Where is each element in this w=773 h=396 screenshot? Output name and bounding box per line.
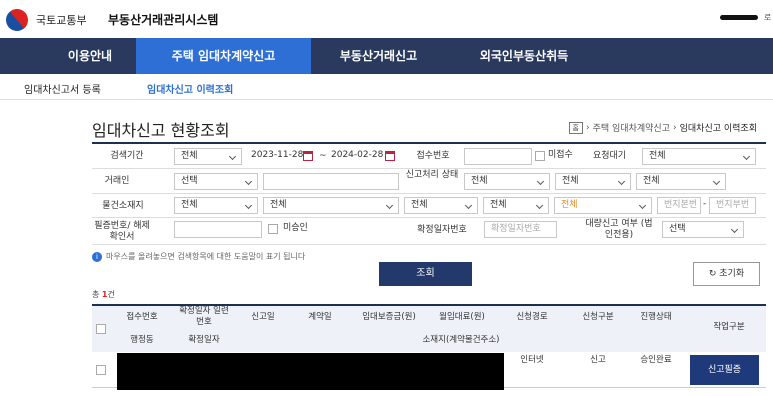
party-label: 거래인 <box>104 176 130 186</box>
col-work-type: 작업구분 <box>713 322 745 332</box>
property-location-label: 물건소재지 <box>102 201 144 211</box>
request-wait-label: 요청대기 <box>592 151 627 161</box>
party-name-input[interactable] <box>263 173 399 190</box>
reset-button[interactable]: ↻ 초기화 <box>693 262 760 286</box>
lot-main-number-input[interactable]: 번지본번 <box>657 197 701 214</box>
search-button[interactable]: 조회 <box>379 262 472 286</box>
government-emblem-icon <box>1 4 33 36</box>
refresh-icon: ↻ <box>708 269 717 279</box>
receipt-number-label: 접수번호 <box>416 151 450 161</box>
reset-button-label: 초기화 <box>719 269 745 279</box>
subnav-lease-history[interactable]: 임대차신고 이력조회 <box>147 81 233 96</box>
property-sigungu-select[interactable]: 전체 <box>263 197 399 214</box>
nav-item-real-estate-report[interactable]: 부동산거래신고 <box>317 38 440 74</box>
col-confirm-date: 확정일자 <box>188 335 220 345</box>
property-lot-type-select[interactable]: 전체 <box>554 197 652 214</box>
date-to[interactable]: 2024-02-28 <box>331 148 383 163</box>
certificate-number-input[interactable] <box>174 221 262 238</box>
col-monthly-rent: 월임대료(원) <box>439 312 485 322</box>
certificate-number-label: 필증번호/ 해제확인서 <box>94 221 150 242</box>
confirm-date-number-input[interactable]: 확정일자번호 <box>484 221 557 238</box>
nav-item-foreigner-acquisition[interactable]: 외국인부동산취득 <box>454 38 594 74</box>
breadcrumb-parent[interactable]: 주택 임대차계약신고 <box>593 121 670 134</box>
site-header: 국토교통부 부동산거래관리시스템 로 <box>0 0 773 38</box>
col-report-date: 신고일 <box>251 312 275 322</box>
bulk-report-select[interactable]: 선택 <box>662 221 744 238</box>
result-count: 총 1건 <box>92 289 115 300</box>
col-receipt-number: 접수번호 <box>126 312 158 322</box>
form-divider <box>92 244 766 245</box>
sub-nav: 임대차신고서 등록 임대차신고 이력조회 <box>0 74 773 100</box>
col-admin-dong: 행정동 <box>130 335 154 345</box>
date-from[interactable]: 2023-11-28 <box>251 148 303 163</box>
form-divider <box>92 193 766 194</box>
nav-item-guide[interactable]: 이용안내 <box>44 38 136 74</box>
subnav-lease-register[interactable]: 임대차신고서 등록 <box>24 81 101 96</box>
redacted-row-content <box>117 353 504 390</box>
unapproved-label: 미승인 <box>283 223 308 233</box>
col-deposit: 임대보증금(원) <box>362 312 416 322</box>
status-select-1[interactable]: 전체 <box>464 173 550 190</box>
page-title: 임대차신고 현황조회 <box>92 121 230 140</box>
row-checkbox[interactable] <box>96 365 106 375</box>
property-sido-select[interactable]: 전체 <box>174 197 258 214</box>
home-icon[interactable]: 홈 <box>568 121 583 134</box>
form-divider <box>92 168 766 169</box>
row-request-type: 신고 <box>590 355 606 365</box>
row-progress-status: 승인완료 <box>640 355 672 365</box>
unreceived-checkbox[interactable] <box>535 151 545 161</box>
result-count-prefix: 총 <box>92 290 100 299</box>
help-text: 마우스를 올려놓으면 검색항목에 대한 도움말이 표기 됩니다 <box>106 252 306 261</box>
col-confirm-serial: 확정일자 일련번호 <box>179 306 229 327</box>
unreceived-label: 미접수 <box>548 150 573 160</box>
calendar-icon[interactable] <box>303 151 313 161</box>
help-info: i 마우스를 올려놓으면 검색항목에 대한 도움말이 표기 됩니다 <box>92 251 305 262</box>
receipt-number-input[interactable] <box>464 148 532 165</box>
info-icon: i <box>92 251 102 262</box>
request-wait-select[interactable]: 전체 <box>642 148 756 165</box>
logout-link[interactable]: 로 <box>764 12 771 23</box>
status-label: 신고처리 상태 <box>405 170 459 180</box>
col-contract-date: 계약일 <box>308 312 332 322</box>
result-count-suffix: 건 <box>107 290 115 299</box>
unapproved-checkbox[interactable] <box>268 224 278 234</box>
system-title[interactable]: 부동산거래관리시스템 <box>108 11 218 28</box>
property-ri-select[interactable]: 전체 <box>483 197 549 214</box>
title-divider <box>92 142 766 144</box>
col-progress-status: 진행상태 <box>640 312 672 322</box>
user-name-redacted <box>720 15 758 20</box>
col-address: 소재지(계약물건주소) <box>422 335 500 345</box>
bulk-report-label: 대량신고 여부 (법인전용) <box>585 219 653 240</box>
results-table-header: 접수번호 확정일자 일련번호 신고일 계약일 임대보증금(원) 월임대료(원) … <box>92 304 766 352</box>
calendar-icon[interactable] <box>385 151 395 161</box>
form-divider <box>92 217 766 218</box>
status-select-2[interactable]: 전체 <box>555 173 631 190</box>
lot-number-dash: - <box>703 199 707 209</box>
breadcrumb-separator-icon: › <box>673 122 677 133</box>
confirm-date-number-label: 확정일자번호 <box>417 225 467 235</box>
property-dong-select[interactable]: 전체 <box>404 197 478 214</box>
breadcrumb-separator-icon: › <box>586 122 590 133</box>
date-separator: ~ <box>319 151 327 161</box>
period-label: 검색기간 <box>110 151 144 161</box>
lot-sub-number-input[interactable]: 번지부번 <box>709 197 756 214</box>
nav-item-lease-report[interactable]: 주택 임대차계약신고 <box>136 38 311 74</box>
main-nav: 이용안내 주택 임대차계약신고 부동산거래신고 외국인부동산취득 <box>0 38 773 74</box>
breadcrumb-current: 임대차신고 이력조회 <box>679 124 757 134</box>
col-request-type: 신청구분 <box>582 312 614 322</box>
breadcrumb: 홈 › 주택 임대차계약신고 › 임대차신고 이력조회 <box>568 121 757 134</box>
party-select[interactable]: 선택 <box>174 173 258 190</box>
report-certificate-button[interactable]: 신고필증 <box>690 355 759 385</box>
period-select[interactable]: 전체 <box>174 148 242 165</box>
row-channel: 인터넷 <box>520 355 544 365</box>
ministry-name: 국토교통부 <box>36 14 87 27</box>
status-select-3[interactable]: 전체 <box>636 173 726 190</box>
select-all-checkbox[interactable] <box>96 324 106 334</box>
col-channel: 신청경로 <box>516 312 548 322</box>
